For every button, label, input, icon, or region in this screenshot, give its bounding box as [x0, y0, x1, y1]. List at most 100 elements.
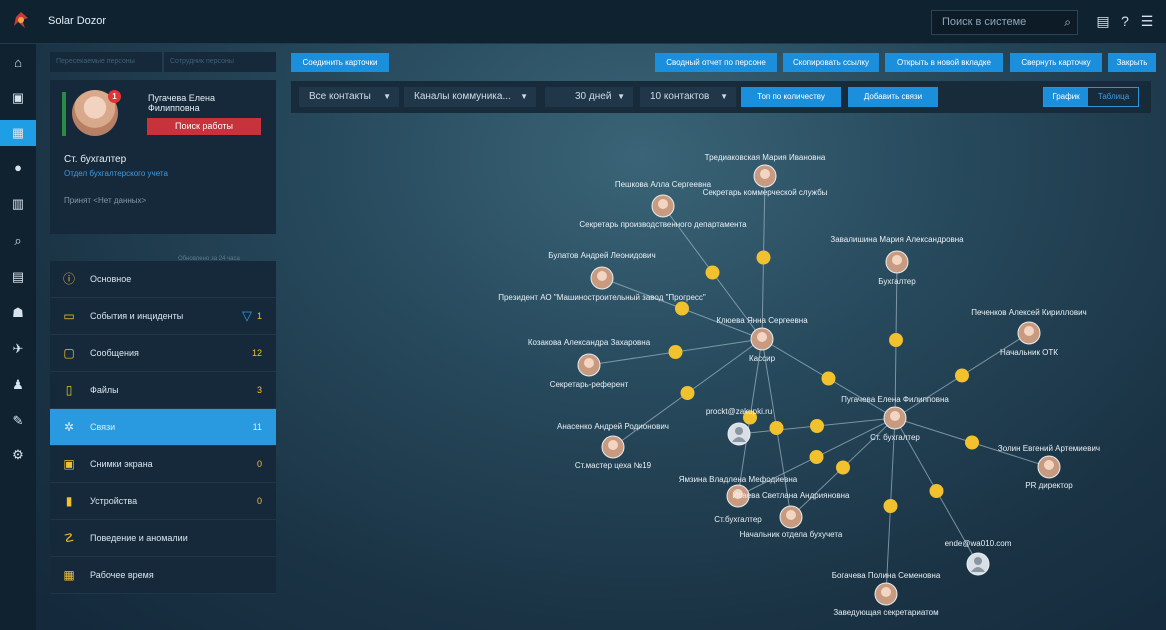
node-role: Ст.мастер цеха №19 [575, 461, 652, 470]
message-icon: ▢ [63, 346, 75, 360]
edge-count-badge[interactable] [809, 450, 824, 464]
channels-select[interactable]: Каналы коммуника... ▼ [404, 87, 536, 107]
security-icon[interactable]: ● [7, 157, 29, 179]
center-node-name: Пугачева Елена Филипповна [841, 395, 949, 404]
edge-count-badge[interactable] [756, 250, 771, 265]
face-icon [890, 411, 900, 421]
search-icon[interactable]: ⌕ [1064, 15, 1071, 30]
default-avatar-icon [735, 427, 743, 435]
notification-badge: 1 [108, 90, 121, 103]
face-icon [892, 255, 902, 265]
period-select[interactable]: 30 дней ▼ [545, 87, 633, 107]
home-icon[interactable]: ⌂ [7, 52, 29, 74]
menu-item-devices[interactable]: ▮ Устройства 0 [50, 483, 276, 520]
edge-count-badge[interactable] [675, 301, 689, 316]
person-name: Пугачева Елена Филипповна [148, 93, 215, 113]
menu-item-events[interactable]: ▭ События и инциденты ▽ 1 [50, 298, 276, 335]
face-icon [1024, 326, 1034, 336]
search-input[interactable]: Поиск в системе ⌕ [931, 10, 1078, 35]
user-menu-icon[interactable]: ☰ [1138, 12, 1156, 30]
node-role: Секретарь коммерческой службы [703, 188, 828, 197]
hub-node-role: Кассир [749, 354, 776, 363]
node-role: Начальник отдела бухучета [740, 530, 843, 539]
close-button[interactable]: Закрыть [1108, 53, 1156, 72]
menu-item-links[interactable]: ✲ Связи 11 [50, 409, 276, 446]
person-department[interactable]: Отдел бухгалтерского учета [64, 169, 168, 178]
edit-icon[interactable]: ✎ [7, 410, 29, 432]
edge-count-badge[interactable] [889, 333, 903, 347]
menu-item-anomalies[interactable]: ☡ Поведение и аномалии [50, 520, 276, 557]
copy-link-button[interactable]: Скопировать ссылку [783, 53, 879, 72]
edge-count-badge[interactable] [705, 265, 720, 280]
edge-count-badge[interactable] [929, 484, 944, 498]
edge-count-badge[interactable] [883, 499, 898, 513]
person-role: Ст. бухгалтер [64, 154, 127, 165]
collapse-card-button[interactable]: Свернуть карточку [1010, 53, 1102, 72]
persons-icon[interactable]: ▦ [0, 120, 36, 146]
edge-count-badge[interactable] [680, 386, 695, 400]
events-icon: ▭ [63, 309, 75, 323]
app-title: Solar Dozor [48, 15, 107, 27]
face-icon [760, 169, 770, 179]
menu-item-screenshots[interactable]: ▣ Снимки экрана 0 [50, 446, 276, 483]
edge-count-badge[interactable] [810, 419, 824, 433]
info-icon: ⓘ [62, 272, 75, 286]
filter-icon[interactable]: ▽ [242, 308, 252, 324]
node-name: Пешкова Алла Сергеевна [615, 180, 712, 189]
view-table-button[interactable]: Таблица [1089, 88, 1138, 106]
help-icon[interactable]: ? [1116, 12, 1134, 30]
limit-select[interactable]: 10 контактов ▼ [640, 87, 736, 107]
open-new-tab-button[interactable]: Открыть в новой вкладке [885, 53, 1003, 72]
sort-button[interactable]: Топ по количеству [741, 87, 841, 107]
settings-icon[interactable]: ⚙ [7, 444, 29, 466]
face-icon [1044, 460, 1054, 470]
tab-crossing-persons[interactable]: Пересекаемые персоны [50, 52, 162, 72]
edge-count-badge[interactable] [821, 371, 836, 386]
dropdown-arrow-icon: ▼ [520, 92, 528, 101]
reports-icon[interactable]: ▥ [7, 193, 29, 215]
add-links-button[interactable]: Добавить связи [848, 87, 938, 107]
device-icon: ▮ [65, 494, 73, 508]
profile-card: 1 Пугачева Елена Филипповна Поиск работы… [50, 80, 276, 234]
face-icon [881, 587, 891, 597]
node-name: Исаева Светлана Андрияновна [733, 491, 851, 500]
face-icon [597, 271, 607, 281]
view-graph-button[interactable]: График [1044, 88, 1088, 106]
edge-count-badge[interactable] [965, 435, 979, 450]
face-icon [757, 332, 767, 342]
contacts-select[interactable]: Все контакты ▼ [299, 87, 399, 107]
search-nav-icon[interactable]: ⌕ [7, 230, 29, 252]
node-name: Козакова Александра Захаровна [528, 338, 651, 347]
node-role: Президент АО "Машиностроительный завод "… [498, 293, 706, 302]
menu-item-worktime[interactable]: ▦ Рабочее время [50, 557, 276, 594]
hub-node-name: Клюева Янна Сергеевна [716, 316, 808, 325]
menu-item-files[interactable]: ▯ Файлы 3 [50, 372, 276, 409]
view-switch: График Таблица [1043, 87, 1139, 107]
node-role: Секретарь-референт [550, 380, 629, 389]
book-icon[interactable]: ▤ [1094, 12, 1112, 30]
dropdown-arrow-icon: ▼ [617, 92, 625, 101]
edge-count-badge[interactable] [955, 368, 969, 383]
spy-icon[interactable]: ☗ [7, 302, 29, 324]
connect-cards-button[interactable]: Соединить карточки [291, 53, 389, 72]
menu-item-messages[interactable]: ▢ Сообщения 12 [50, 335, 276, 372]
menu-item-main[interactable]: ⓘ Основное [50, 261, 276, 298]
left-nav: ⌂ ▣ ▦ ● ▥ ⌕ ▤ ☗ ✈ ♟ ✎ ⚙ [0, 44, 36, 630]
tab-person-employee[interactable]: Сотрудник персоны [164, 52, 276, 72]
edge-count-badge[interactable] [769, 421, 784, 435]
table-icon[interactable]: ▤ [7, 266, 29, 288]
links-graph[interactable]: Пугачева Елена Филипповна Ст. бухгалтер Кл… [291, 118, 1161, 628]
filter-bar: Все контакты ▼ Каналы коммуника... ▼ 30 дн… [291, 81, 1151, 113]
anomaly-icon: ☡ [63, 531, 75, 545]
edge-count-badge[interactable] [836, 460, 850, 475]
center-node-role: Ст. бухгалтер [870, 433, 920, 442]
app-logo-icon[interactable] [10, 10, 32, 32]
plane-icon[interactable]: ✈ [7, 338, 29, 360]
face-icon [584, 358, 594, 368]
edge-count-badge[interactable] [668, 345, 683, 359]
dashboard-icon[interactable]: ▣ [7, 87, 29, 109]
job-search-button[interactable]: Поиск работы [147, 118, 261, 135]
user-icon[interactable]: ♟ [7, 374, 29, 396]
node-name: prockt@zakupki.ru [706, 407, 772, 416]
person-report-button[interactable]: Сводный отчет по персоне [655, 53, 777, 72]
